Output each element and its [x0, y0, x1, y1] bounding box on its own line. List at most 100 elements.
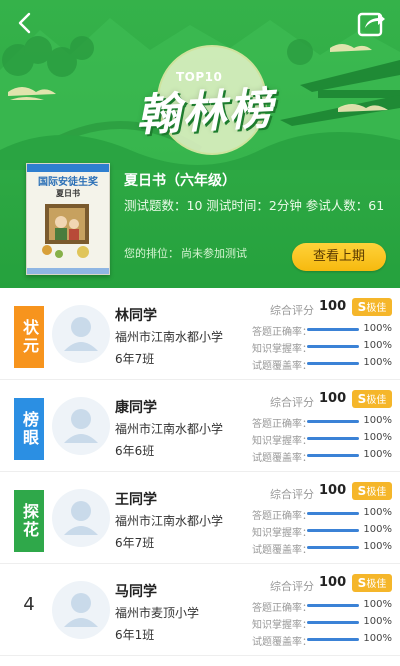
header: TOP10 翰林榜 国际安徒生奖 夏日书 夏日书（六年级） 测试题数：10 测试… — [0, 0, 400, 288]
ranking-page: TOP10 翰林榜 国际安徒生奖 夏日书 夏日书（六年级） 测试题数：10 测试… — [0, 0, 400, 666]
metric-accuracy-bar — [307, 420, 359, 423]
avatar[interactable] — [52, 397, 110, 455]
metric-accuracy: 答题正确率： 100% — [252, 415, 392, 430]
avatar[interactable] — [52, 581, 110, 639]
metric-mastery-label: 知识掌握率： — [252, 344, 312, 355]
metric-accuracy: 答题正确率： 100% — [252, 323, 392, 338]
metric-accuracy-bar — [307, 512, 359, 515]
metric-mastery-bar — [307, 437, 359, 440]
student-name: 王同学 — [115, 492, 157, 508]
grade-badge: S极佳 — [352, 482, 392, 500]
metric-accuracy-label: 答题正确率： — [252, 511, 312, 522]
metric-coverage: 试题覆盖率： 100% — [252, 357, 392, 372]
my-rank-line: 您的排位： 尚未参加测试 — [124, 245, 247, 261]
metric-coverage-label: 试题覆盖率： — [252, 637, 312, 648]
metric-coverage-value: 100% — [363, 541, 392, 552]
overall-score-label: 综合评分 — [270, 580, 314, 593]
metric-accuracy: 答题正确率： 100% — [252, 507, 392, 522]
overall-score-label: 综合评分 — [270, 304, 314, 317]
metric-coverage-label: 试题覆盖率： — [252, 545, 312, 556]
metric-mastery-value: 100% — [363, 524, 392, 535]
student-name: 康同学 — [115, 400, 157, 416]
metric-accuracy-bar — [307, 604, 359, 607]
share-icon[interactable] — [354, 6, 388, 40]
student-class: 6年1班 — [115, 628, 155, 642]
overall-score: 综合评分 100 S极佳 — [270, 390, 392, 409]
avatar[interactable] — [52, 489, 110, 547]
book-cover-name: 夏日书 — [56, 189, 80, 198]
metric-mastery-label: 知识掌握率： — [252, 620, 312, 631]
metric-mastery: 知识掌握率： 100% — [252, 340, 392, 355]
view-last-period-button[interactable]: 查看上期 — [292, 243, 386, 271]
rank-tag: 状元 — [14, 306, 44, 368]
book-title: 夏日书（六年级） — [124, 173, 236, 189]
ranking-row[interactable]: 4 马同学福州市麦顶小学 6年1班 综合评分 100 S极佳答题正确率： 100% 知识掌握率… — [0, 564, 400, 656]
ranking-list: 状元 林同学 福州市江南水都小学 6年7班 综合评分 100 S极佳 答题正确率： 100% 知识… — [0, 288, 400, 656]
my-rank-value: 尚未参加测试 — [181, 247, 247, 260]
student-school: 福州市江南水都小学 — [115, 422, 224, 436]
metric-coverage: 试题覆盖率： 100% — [252, 541, 392, 556]
metric-coverage-bar — [307, 454, 359, 457]
grade-text: 极佳 — [366, 487, 387, 498]
overall-score: 综合评分 100 S极佳 — [270, 298, 392, 317]
metric-accuracy-value: 100% — [363, 415, 392, 426]
ranking-row[interactable]: 榜眼 康同学 福州市江南水都小学 6年6班 综合评分 100 S极佳 答题正确率： 100% 知识… — [0, 380, 400, 472]
book-cover-foot — [27, 268, 109, 274]
back-arrow-icon[interactable] — [10, 8, 40, 38]
student-name: 林同学 — [115, 308, 157, 324]
overall-score: 综合评分 100 S极佳 — [270, 482, 392, 501]
ranking-row[interactable]: 状元 林同学 福州市江南水都小学 6年7班 综合评分 100 S极佳 答题正确率： 100% 知识… — [0, 288, 400, 380]
overall-score: 综合评分 100 S极佳 — [270, 574, 392, 593]
rank-number: 4 — [23, 594, 35, 615]
metric-accuracy: 答题正确率： 100% — [252, 599, 392, 614]
rank-tag: 榜眼 — [14, 398, 44, 460]
metric-mastery-bar — [307, 345, 359, 348]
ranking-row[interactable]: 探花 王同学 福州市江南水都小学 6年7班 综合评分 100 S极佳 答题正确率： 100% 知识… — [0, 472, 400, 564]
metric-mastery-label: 知识掌握率： — [252, 436, 312, 447]
metric-coverage-label: 试题覆盖率： — [252, 453, 312, 464]
metric-coverage: 试题覆盖率： 100% — [252, 449, 392, 464]
book-cover[interactable]: 国际安徒生奖 夏日书 — [26, 163, 110, 275]
student-class: 6年7班 — [115, 352, 155, 366]
metric-accuracy-value: 100% — [363, 323, 392, 334]
student-class: 6年7班 — [115, 536, 155, 550]
avatar[interactable] — [52, 305, 110, 363]
metric-mastery: 知识掌握率： 100% — [252, 616, 392, 631]
student-name: 马同学 — [115, 584, 157, 600]
metric-mastery-value: 100% — [363, 432, 392, 443]
book-test-info: 测试题数：10 测试时间：2分钟 参试人数：61 — [124, 198, 385, 213]
metric-accuracy-label: 答题正确率： — [252, 419, 312, 430]
overall-score-label: 综合评分 — [270, 396, 314, 409]
metric-coverage-bar — [307, 362, 359, 365]
metric-accuracy-value: 100% — [363, 599, 392, 610]
metric-mastery-label: 知识掌握率： — [252, 528, 312, 539]
overall-score-value: 100 — [319, 299, 347, 314]
grade-text: 极佳 — [366, 579, 387, 590]
overall-score-value: 100 — [319, 575, 347, 590]
overall-score-value: 100 — [319, 483, 347, 498]
banner-title: 翰林榜 — [134, 83, 276, 142]
grade-badge: S极佳 — [352, 298, 392, 316]
metric-mastery: 知识掌握率： 100% — [252, 524, 392, 539]
my-rank-label: 您的排位： — [124, 247, 179, 260]
metric-mastery-bar — [307, 529, 359, 532]
metric-accuracy-label: 答题正确率： — [252, 327, 312, 338]
metric-coverage-value: 100% — [363, 449, 392, 460]
metric-mastery-bar — [307, 621, 359, 624]
grade-badge: S极佳 — [352, 574, 392, 592]
student-class: 6年6班 — [115, 444, 155, 458]
metric-coverage-label: 试题覆盖率： — [252, 361, 312, 372]
grade-text: 极佳 — [366, 303, 387, 314]
overall-score-value: 100 — [319, 391, 347, 406]
metric-coverage-bar — [307, 638, 359, 641]
metric-mastery-value: 100% — [363, 340, 392, 351]
metric-coverage-value: 100% — [363, 633, 392, 644]
overall-score-label: 综合评分 — [270, 488, 314, 501]
student-school: 福州市江南水都小学 — [115, 514, 224, 528]
metric-mastery-value: 100% — [363, 616, 392, 627]
metric-accuracy-value: 100% — [363, 507, 392, 518]
metric-coverage: 试题覆盖率： 100% — [252, 633, 392, 648]
book-cover-series: 国际安徒生奖 — [38, 177, 98, 188]
student-school: 福州市麦顶小学 — [115, 606, 200, 620]
grade-text: 极佳 — [366, 395, 387, 406]
